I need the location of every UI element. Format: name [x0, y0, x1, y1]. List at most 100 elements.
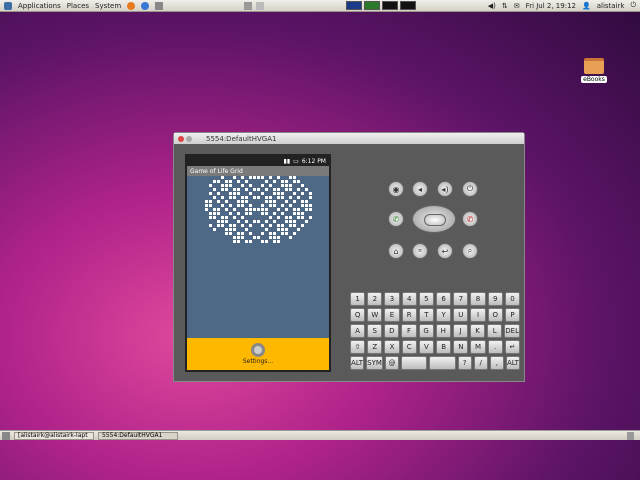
live-cell[interactable]	[233, 192, 236, 195]
live-cell[interactable]	[277, 208, 280, 211]
live-cell[interactable]	[209, 216, 212, 219]
live-cell[interactable]	[245, 220, 248, 223]
live-cell[interactable]	[289, 196, 292, 199]
live-cell[interactable]	[213, 228, 216, 231]
user-name[interactable]: alistairk	[597, 2, 625, 10]
live-cell[interactable]	[285, 232, 288, 235]
live-cell[interactable]	[261, 212, 264, 215]
key[interactable]: ↵	[504, 340, 521, 354]
live-cell[interactable]	[277, 176, 280, 179]
live-cell[interactable]	[245, 180, 248, 183]
life-grid[interactable]: ↖	[187, 176, 329, 349]
live-cell[interactable]	[233, 208, 236, 211]
taskbar-item-terminal[interactable]: [alistairk@alistairk-lapt	[14, 431, 94, 440]
key[interactable]: .	[487, 340, 503, 354]
live-cell[interactable]	[297, 212, 300, 215]
live-cell[interactable]	[213, 208, 216, 211]
live-cell[interactable]	[217, 224, 220, 227]
live-cell[interactable]	[293, 176, 296, 179]
live-cell[interactable]	[237, 180, 240, 183]
live-cell[interactable]	[245, 196, 248, 199]
live-cell[interactable]	[249, 184, 252, 187]
live-cell[interactable]	[237, 232, 240, 235]
live-cell[interactable]	[301, 212, 304, 215]
key[interactable]: ,	[489, 356, 504, 370]
menu-button[interactable]: ≡	[412, 243, 428, 259]
live-cell[interactable]	[257, 176, 260, 179]
live-cell[interactable]	[225, 208, 228, 211]
live-cell[interactable]	[265, 188, 268, 191]
gnome-foot-icon[interactable]	[4, 1, 12, 10]
key[interactable]: ALT	[350, 356, 365, 370]
live-cell[interactable]	[213, 180, 216, 183]
live-cell[interactable]	[225, 216, 228, 219]
live-cell[interactable]	[297, 216, 300, 219]
live-cell[interactable]	[281, 180, 284, 183]
live-cell[interactable]	[233, 176, 236, 179]
live-cell[interactable]	[309, 196, 312, 199]
live-cell[interactable]	[265, 196, 268, 199]
live-cell[interactable]	[297, 228, 300, 231]
live-cell[interactable]	[293, 212, 296, 215]
live-cell[interactable]	[209, 200, 212, 203]
key[interactable]: L	[487, 324, 503, 338]
live-cell[interactable]	[301, 204, 304, 207]
live-cell[interactable]	[229, 212, 232, 215]
key[interactable]: M	[470, 340, 486, 354]
live-cell[interactable]	[225, 188, 228, 191]
live-cell[interactable]	[253, 220, 256, 223]
live-cell[interactable]	[229, 192, 232, 195]
live-cell[interactable]	[281, 228, 284, 231]
live-cell[interactable]	[301, 200, 304, 203]
volume-up-button[interactable]: ◂)	[437, 181, 453, 197]
live-cell[interactable]	[245, 200, 248, 203]
system-menu[interactable]: System	[95, 2, 121, 10]
live-cell[interactable]	[225, 228, 228, 231]
live-cell[interactable]	[285, 220, 288, 223]
key[interactable]: X	[384, 340, 400, 354]
live-cell[interactable]	[249, 208, 252, 211]
live-cell[interactable]	[289, 204, 292, 207]
phone-screen[interactable]: ▮▮ ▭ 6:12 PM Game of Life Grid ↖ Setting…	[185, 154, 331, 372]
key[interactable]: V	[418, 340, 435, 354]
live-cell[interactable]	[285, 184, 288, 187]
taskbar-item-emulator[interactable]: 5554:DefaultHVGA1	[98, 431, 178, 440]
live-cell[interactable]	[305, 200, 308, 203]
live-cell[interactable]	[277, 188, 280, 191]
live-cell[interactable]	[245, 212, 248, 215]
home-button[interactable]: ⌂	[388, 243, 404, 259]
workspace-icon[interactable]	[346, 1, 362, 10]
live-cell[interactable]	[269, 204, 272, 207]
call-button[interactable]: ✆	[388, 211, 404, 227]
live-cell[interactable]	[277, 224, 280, 227]
live-cell[interactable]	[269, 232, 272, 235]
key[interactable]: B	[436, 340, 452, 354]
live-cell[interactable]	[221, 216, 224, 219]
live-cell[interactable]	[289, 176, 292, 179]
key[interactable]: E	[384, 308, 400, 322]
clock[interactable]: Fri Jul 2, 19:12	[526, 2, 576, 10]
live-cell[interactable]	[301, 224, 304, 227]
live-cell[interactable]	[261, 208, 264, 211]
live-cell[interactable]	[289, 216, 292, 219]
workspace-icon[interactable]	[400, 1, 416, 10]
live-cell[interactable]	[269, 216, 272, 219]
key[interactable]: U	[453, 308, 469, 322]
live-cell[interactable]	[233, 240, 236, 243]
key[interactable]: 7	[453, 292, 469, 306]
live-cell[interactable]	[261, 192, 264, 195]
live-cell[interactable]	[273, 236, 276, 239]
key[interactable]: Q	[350, 308, 366, 322]
live-cell[interactable]	[285, 180, 288, 183]
live-cell[interactable]	[293, 180, 296, 183]
live-cell[interactable]	[285, 200, 288, 203]
live-cell[interactable]	[285, 216, 288, 219]
live-cell[interactable]	[293, 220, 296, 223]
live-cell[interactable]	[249, 240, 252, 243]
live-cell[interactable]	[233, 228, 236, 231]
close-icon[interactable]	[178, 135, 184, 142]
live-cell[interactable]	[289, 220, 292, 223]
live-cell[interactable]	[305, 220, 308, 223]
live-cell[interactable]	[261, 224, 264, 227]
live-cell[interactable]	[205, 208, 208, 211]
